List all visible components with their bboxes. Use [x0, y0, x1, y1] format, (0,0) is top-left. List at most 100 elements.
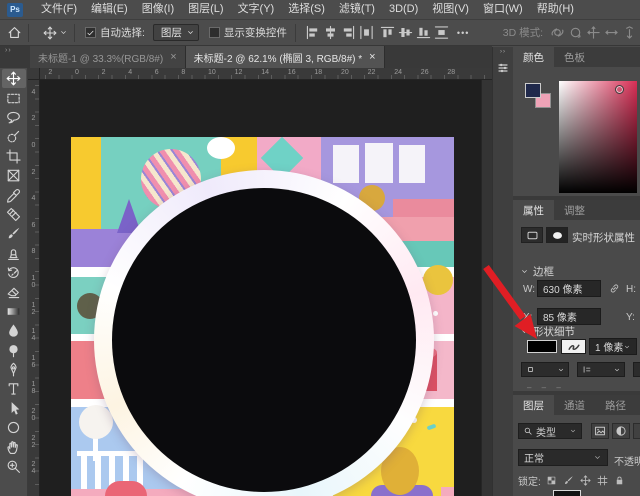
lock-all-icon[interactable] [614, 475, 625, 486]
show-transform-checkbox[interactable]: 显示变换控件 [209, 25, 287, 40]
layer-filter-dropdown[interactable]: 类型 [518, 423, 582, 439]
properties-tab-1[interactable]: 调整 [554, 200, 595, 220]
pan-3d-icon[interactable] [585, 24, 602, 42]
width-value: 630 像素 [543, 281, 582, 296]
color-tab-1[interactable]: 色板 [554, 47, 595, 67]
distribute-vertical-icon[interactable] [433, 24, 450, 42]
dock-expand-icon[interactable]: ›› [500, 49, 506, 55]
x-field[interactable]: 85 像素 [537, 308, 601, 325]
horizontal-ruler[interactable]: 20246810121416182022242628 [40, 68, 492, 80]
color-picker-marker[interactable] [615, 85, 624, 94]
zoom-tool[interactable] [2, 457, 26, 476]
align-center-horizontal-icon[interactable] [322, 24, 339, 42]
layer-thumbnail[interactable] [553, 490, 581, 496]
dodge-tool[interactable] [2, 340, 26, 359]
orbit-3d-icon[interactable] [549, 24, 566, 42]
type-tool[interactable] [2, 379, 26, 398]
slide-3d-icon[interactable] [603, 24, 620, 42]
lock-pixels-icon[interactable] [563, 475, 574, 486]
distribute-horizontal-icon[interactable] [358, 24, 375, 42]
lock-position-icon[interactable] [580, 475, 591, 486]
marquee-tool[interactable] [2, 88, 26, 107]
scale-3d-icon[interactable] [621, 24, 638, 42]
stroke-width-field[interactable]: 1 像素 [589, 338, 637, 355]
stroke-align-dropdown[interactable] [577, 362, 625, 377]
more-align-options-button[interactable]: ••• [457, 28, 469, 38]
auto-select-target-dropdown[interactable]: 图层 [153, 24, 199, 41]
filter-type-layers-icon[interactable] [633, 423, 640, 439]
filter-adjustment-layers-icon[interactable] [612, 423, 630, 439]
menu-item-8[interactable]: 视图(V) [425, 0, 476, 19]
brush-tool[interactable] [2, 224, 26, 243]
menu-item-7[interactable]: 3D(D) [382, 0, 425, 19]
eyedropper-tool[interactable] [2, 185, 26, 204]
layers-tab-2[interactable]: 路径 [595, 395, 636, 415]
roll-3d-icon[interactable] [567, 24, 584, 42]
hand-tool[interactable] [2, 437, 26, 456]
align-bottom-icon[interactable] [415, 24, 432, 42]
shape-tool[interactable] [2, 418, 26, 437]
close-tab-icon[interactable]: × [369, 52, 375, 63]
transform-section-header[interactable]: 边框 [520, 264, 554, 279]
color-tab-0[interactable]: 颜色 [513, 47, 554, 67]
panel-collapse-icon[interactable]: ›› [0, 46, 30, 68]
link-dimensions-icon[interactable] [608, 282, 621, 295]
document-tab-1[interactable]: 未标题-2 @ 62.1% (椭圆 3, RGB/8#) *× [186, 46, 385, 68]
align-left-icon[interactable] [304, 24, 321, 42]
stamp-tool[interactable] [2, 244, 26, 263]
menu-item-1[interactable]: 编辑(E) [84, 0, 135, 19]
pen-tool[interactable] [2, 360, 26, 379]
properties-tab-0[interactable]: 属性 [513, 200, 554, 220]
menu-item-6[interactable]: 滤镜(T) [332, 0, 382, 19]
history-brush-tool[interactable] [2, 263, 26, 282]
eraser-tool[interactable] [2, 282, 26, 301]
vertical-ruler[interactable]: 42024681012141618202224 [28, 80, 40, 496]
align-middle-vertical-icon[interactable] [397, 24, 414, 42]
path-select-tool[interactable] [2, 399, 26, 418]
menu-item-9[interactable]: 窗口(W) [476, 0, 530, 19]
crop-tool[interactable] [2, 147, 26, 166]
layers-tab-1[interactable]: 通道 [554, 395, 595, 415]
ruler-origin-corner[interactable] [28, 68, 40, 80]
color-picker-gradient[interactable] [559, 81, 637, 193]
menu-item-5[interactable]: 选择(S) [281, 0, 332, 19]
lock-artboard-icon[interactable] [597, 475, 608, 486]
frame-tool[interactable] [2, 166, 26, 185]
stroke-type-dropdown[interactable] [521, 362, 569, 377]
align-top-icon[interactable] [379, 24, 396, 42]
lasso-tool[interactable] [2, 108, 26, 127]
ellipse-shape-layer[interactable] [112, 188, 416, 492]
move-tool-preset[interactable] [43, 26, 68, 40]
move-tool[interactable] [2, 69, 26, 88]
blend-mode-dropdown[interactable]: 正常 [518, 449, 608, 466]
shape-stroke-swatch[interactable] [561, 339, 586, 354]
width-field[interactable]: 630 像素 [537, 280, 601, 297]
filter-pixel-layers-icon[interactable] [591, 423, 609, 439]
collapsed-color-panel-icon[interactable] [495, 60, 511, 76]
menu-item-2[interactable]: 图像(I) [135, 0, 181, 19]
document-tab-0[interactable]: 未标题-1 @ 33.3%(RGB/8#)× [30, 46, 186, 68]
canvas-scrollbar[interactable] [481, 80, 492, 496]
foreground-color-swatch[interactable] [525, 83, 541, 98]
auto-select-checkbox[interactable]: 自动选择: [85, 25, 145, 40]
healing-tool[interactable] [2, 205, 26, 224]
home-icon[interactable] [7, 25, 22, 40]
stroke-cap-dropdown[interactable] [633, 362, 640, 377]
close-tab-icon[interactable]: × [170, 52, 176, 63]
menu-item-3[interactable]: 图层(L) [181, 0, 230, 19]
menu-item-10[interactable]: 帮助(H) [530, 0, 581, 19]
live-shape-rect-icon[interactable] [521, 227, 543, 243]
menu-item-0[interactable]: 文件(F) [34, 0, 84, 19]
photoshop-logo[interactable]: Ps [7, 3, 23, 17]
gradient-tool[interactable] [2, 302, 26, 321]
shape-details-section-header[interactable]: 形状细节 [520, 324, 575, 339]
align-right-icon[interactable] [340, 24, 357, 42]
shape-fill-swatch[interactable] [527, 340, 557, 353]
quick-select-tool[interactable] [2, 127, 26, 146]
lock-transparency-icon[interactable] [546, 475, 557, 486]
document-canvas[interactable] [71, 137, 454, 496]
layers-tab-0[interactable]: 图层 [513, 395, 554, 415]
blur-tool[interactable] [2, 321, 26, 340]
menu-item-4[interactable]: 文字(Y) [231, 0, 282, 19]
live-shape-ellipse-icon[interactable] [546, 227, 568, 243]
